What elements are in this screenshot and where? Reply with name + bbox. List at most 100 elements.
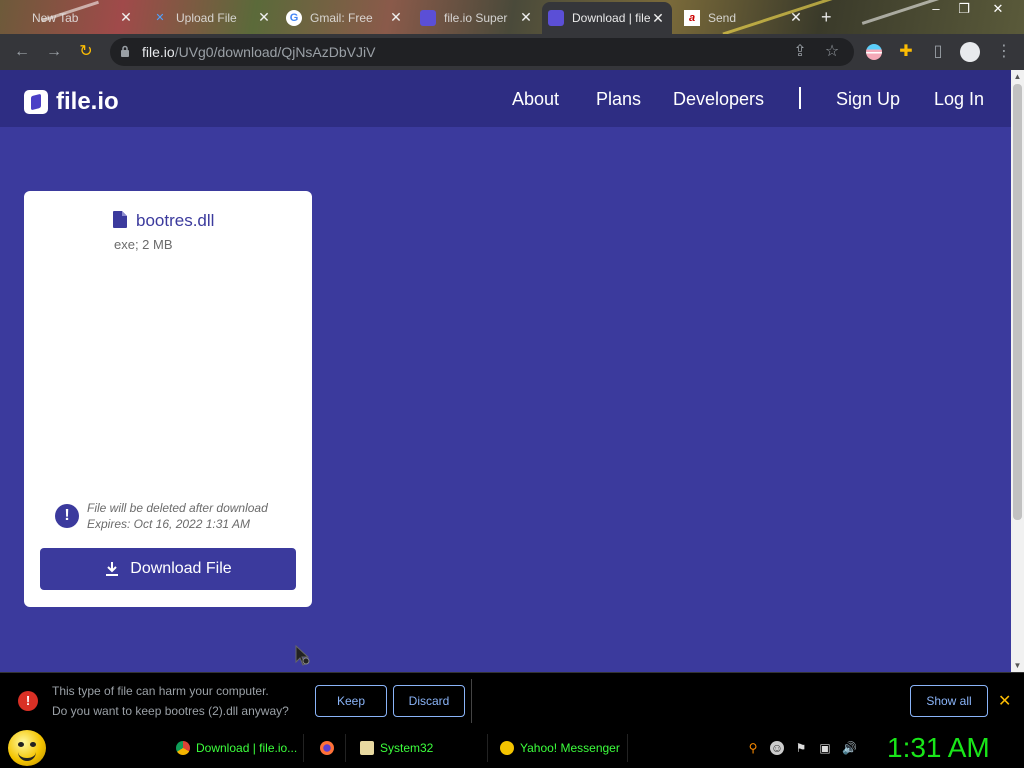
bookmark-star-icon[interactable]: ☆	[822, 42, 842, 62]
tab-new-tab[interactable]: New Tab ✕	[2, 4, 140, 31]
search-icon[interactable]: ⚲	[746, 741, 760, 755]
os-taskbar: Download | file.io... System32 Yahoo! Me…	[0, 728, 1024, 768]
tab-gmail[interactable]: G Gmail: Free ✕	[280, 4, 410, 31]
nav-divider	[799, 87, 801, 109]
file-name: bootres.dll	[136, 211, 215, 230]
chrome-icon	[176, 741, 190, 755]
tab-title: file.io Super	[444, 10, 508, 25]
mouse-cursor-icon	[295, 645, 310, 666]
profile-avatar[interactable]	[960, 42, 980, 62]
new-tab-button[interactable]: +	[815, 4, 839, 31]
yahoo-messenger-icon	[500, 741, 514, 755]
fileio-icon	[548, 10, 564, 26]
nav-developers-link[interactable]: Developers	[673, 89, 764, 110]
keep-question-text: Do you want to keep bootres (2).dll anyw…	[52, 704, 289, 718]
url-text: file.io/UVg0/download/QjNsAzDbVJiV	[142, 44, 375, 60]
browser-tab-strip: New Tab ✕ ✕ Upload File ✕ G Gmail: Free …	[0, 0, 1024, 34]
taskbar-item-chrome[interactable]: Download | file.io...	[168, 734, 304, 762]
nav-plans-link[interactable]: Plans	[596, 89, 641, 110]
delete-notice: File will be deleted after download	[87, 501, 268, 515]
file-icon	[113, 211, 127, 228]
system-clock[interactable]: 1:31 AM	[887, 732, 990, 764]
tab-title: Download | file.io	[572, 11, 650, 25]
taskbar-item-firefox[interactable]	[312, 734, 346, 762]
file-meta: exe; 2 MB	[114, 237, 173, 252]
brand-name: file.io	[56, 88, 119, 115]
lock-icon	[121, 45, 129, 57]
danger-icon: !	[18, 691, 38, 711]
tab-upload-file[interactable]: ✕ Upload File ✕	[146, 4, 278, 31]
taskbar-item-system32[interactable]: System32	[352, 734, 488, 762]
download-file-button[interactable]: Download File	[40, 548, 296, 590]
scrollbar-thumb[interactable]	[1013, 84, 1022, 520]
a-icon: a	[684, 9, 700, 26]
page-scrollbar[interactable]: ▲ ▼	[1011, 70, 1024, 672]
tab-title: New Tab	[32, 10, 79, 25]
close-icon[interactable]: ✕	[256, 9, 272, 26]
folder-icon	[360, 741, 374, 755]
download-shelf: ! This type of file can harm your comput…	[0, 672, 1024, 728]
close-icon[interactable]: ✕	[118, 9, 134, 26]
flag-icon[interactable]: ⚑	[794, 741, 808, 755]
nav-signup-link[interactable]: Sign Up	[836, 89, 900, 110]
messenger-tray-icon[interactable]: ☺	[770, 741, 784, 755]
window-minimize-button[interactable]: –	[922, 0, 950, 18]
extension-icon[interactable]	[864, 42, 884, 62]
tab-send[interactable]: a Send ✕	[678, 4, 810, 31]
discard-button[interactable]: Discard	[393, 685, 465, 717]
tab-title: Send	[708, 10, 737, 25]
close-icon[interactable]: ✕	[650, 10, 666, 27]
share-icon[interactable]: ⇪	[790, 42, 810, 62]
taskbar-item-label: Yahoo! Messenger	[520, 741, 620, 755]
close-icon[interactable]: ✕	[788, 9, 804, 26]
close-icon[interactable]: ✕	[518, 9, 534, 26]
site-logo[interactable]: file.io	[24, 88, 119, 116]
start-button-smiley-icon[interactable]	[8, 730, 46, 766]
nav-login-link[interactable]: Log In	[934, 89, 984, 110]
site-navbar: file.io About Plans Developers Sign Up L…	[0, 70, 1011, 127]
exclamation-icon: !	[55, 504, 79, 528]
fileio-logo-icon	[24, 90, 48, 114]
web-page: file.io About Plans Developers Sign Up L…	[0, 70, 1011, 672]
upload-icon: ✕	[155, 12, 165, 24]
url-host: file.io	[142, 44, 175, 60]
back-button[interactable]: ←	[12, 42, 32, 62]
forward-button[interactable]: →	[44, 42, 64, 62]
download-icon	[106, 562, 119, 576]
scroll-up-icon[interactable]: ▲	[1013, 72, 1022, 81]
taskbar-item-label: System32	[380, 741, 434, 755]
nav-about-link[interactable]: About	[512, 89, 559, 110]
window-restore-button[interactable]: ❐	[950, 0, 978, 18]
google-icon: G	[286, 9, 302, 26]
plus-icon: +	[821, 7, 832, 27]
menu-icon[interactable]: ⋮	[994, 42, 1014, 62]
tab-download-fileio[interactable]: Download | file.io ✕	[542, 2, 672, 34]
tab-title: Upload File	[176, 10, 237, 25]
window-close-button[interactable]: ✕	[984, 0, 1012, 18]
network-icon[interactable]: ▣	[818, 741, 832, 755]
firefox-icon	[320, 741, 334, 755]
file-card: bootres.dll exe; 2 MB ! File will be del…	[24, 191, 312, 607]
close-icon[interactable]: ✕	[388, 9, 404, 26]
keep-button[interactable]: Keep	[315, 685, 387, 717]
fileio-icon	[420, 9, 436, 26]
url-path: /UVg0/download/QjNsAzDbVJiV	[174, 44, 376, 60]
tab-fileio-super[interactable]: file.io Super ✕	[414, 4, 540, 31]
taskbar-item-label: Download | file.io...	[196, 741, 298, 755]
newtab-icon	[8, 10, 24, 26]
download-label: Download File	[130, 560, 232, 577]
danger-warning-text: This type of file can harm your computer…	[52, 684, 269, 698]
extensions-puzzle-icon[interactable]: ✚	[896, 42, 916, 62]
scroll-down-icon[interactable]: ▼	[1013, 661, 1022, 670]
tab-title: Gmail: Free	[310, 10, 373, 25]
address-bar[interactable]: file.io/UVg0/download/QjNsAzDbVJiV ⇪ ☆	[110, 38, 854, 66]
show-all-downloads-button[interactable]: Show all	[910, 685, 988, 717]
volume-icon[interactable]: 🔊	[842, 741, 857, 755]
reload-button[interactable]: ↻	[76, 42, 96, 62]
close-icon[interactable]: ✕	[998, 691, 1011, 711]
browser-toolbar: ← → ↻ file.io/UVg0/download/QjNsAzDbVJiV…	[0, 34, 1024, 70]
shelf-divider	[471, 679, 472, 723]
expiry-notice: Expires: Oct 16, 2022 1:31 AM	[87, 517, 250, 531]
side-panel-icon[interactable]: ▯	[928, 42, 948, 62]
taskbar-item-yahoo-messenger[interactable]: Yahoo! Messenger	[492, 734, 628, 762]
